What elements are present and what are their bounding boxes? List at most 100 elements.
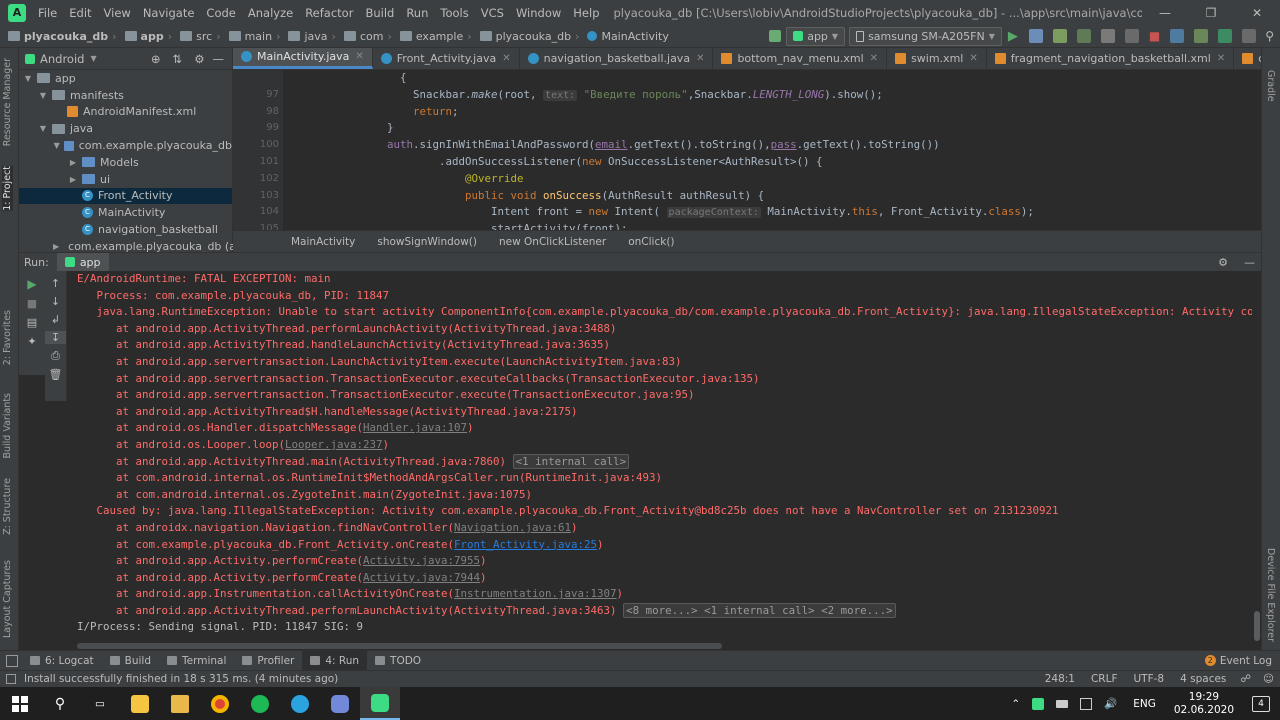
close-tab-icon[interactable]: ✕ <box>502 53 510 64</box>
line-separator[interactable]: CRLF <box>1083 673 1126 685</box>
device-select[interactable]: samsung SM-A205FN ▼ <box>849 26 1002 46</box>
pin-tab-icon[interactable]: ✦ <box>19 335 45 348</box>
restore-button[interactable]: ❐ <box>1188 6 1234 20</box>
taskbar-app-yellow[interactable] <box>160 687 200 720</box>
editor-breadcrumb-item[interactable]: MainActivity <box>291 236 355 248</box>
editor-tab[interactable]: fragment_navigation_basketball.xml ✕ <box>987 48 1235 69</box>
editor-tab[interactable]: Front_Activity.java ✕ <box>373 48 520 69</box>
tool-windows-icon[interactable] <box>6 654 18 667</box>
soft-wrap-icon[interactable]: ↲ <box>45 313 66 326</box>
chevron-up-icon[interactable]: ⌃ <box>1011 698 1020 710</box>
task-view-button[interactable]: ▭ <box>80 687 120 720</box>
close-tab-icon[interactable]: ✕ <box>355 51 363 62</box>
chevron-down-icon[interactable]: ▼ <box>38 124 48 133</box>
structure-tab[interactable]: Z: Structure <box>2 478 13 535</box>
inspector-icon[interactable]: ☺ <box>1263 673 1274 685</box>
scrollbar-thumb[interactable] <box>1254 611 1260 641</box>
console-source-link[interactable]: Front_Activity.java:25 <box>454 538 597 551</box>
stop-icon[interactable]: ■ <box>1149 29 1160 43</box>
menu-item-view[interactable]: View <box>98 6 137 20</box>
code-view[interactable]: { Snackbar.make(root, text: "Введите пор… <box>283 70 1261 230</box>
breadcrumb-item[interactable]: plyacouka_db › <box>478 30 586 43</box>
run-tab-app[interactable]: app <box>56 252 109 272</box>
menu-item-refactor[interactable]: Refactor <box>299 6 359 20</box>
console-source-link[interactable]: Instrumentation.java:1307 <box>454 587 617 600</box>
hammer-icon[interactable] <box>769 30 782 42</box>
console-fold-marker[interactable]: <1 internal call> <box>512 453 630 469</box>
device-file-explorer-tab[interactable]: Device File Explorer <box>1265 548 1276 642</box>
layout-inspector-icon[interactable] <box>1242 29 1257 43</box>
notification-center-button[interactable]: 4 <box>1252 695 1270 712</box>
tray-android-icon[interactable] <box>1032 697 1045 710</box>
cursor-position[interactable]: 248:1 <box>1037 673 1083 685</box>
tool-tab-6-logcat[interactable]: 6: Logcat <box>22 651 102 671</box>
minimize-button[interactable]: — <box>1142 6 1188 20</box>
collapse-all-icon[interactable]: ⇅ <box>173 52 183 66</box>
network-icon[interactable] <box>1080 697 1093 710</box>
tool-tab-4-run[interactable]: 4: Run <box>302 650 368 671</box>
tree-item[interactable]: Cnavigation_basketball <box>19 221 232 238</box>
favorites-tab[interactable]: 2: Favorites <box>2 310 13 365</box>
scrollbar-thumb[interactable] <box>77 643 722 649</box>
search-button[interactable]: ⚲ <box>40 687 80 720</box>
menu-item-build[interactable]: Build <box>359 6 400 20</box>
run-config-select[interactable]: app ▼ <box>786 26 846 46</box>
avd-manager-icon[interactable] <box>1194 29 1209 43</box>
console-source-link[interactable]: Activity.java:7955 <box>363 554 480 567</box>
menu-item-code[interactable]: Code <box>200 6 241 20</box>
menu-item-help[interactable]: Help <box>567 6 605 20</box>
chevron-down-icon[interactable]: ▼ <box>23 74 33 83</box>
language-indicator[interactable]: ENG <box>1133 698 1156 710</box>
breadcrumb-item[interactable]: example › <box>398 30 478 43</box>
hide-panel-icon[interactable]: — <box>213 52 225 66</box>
close-button[interactable]: ✕ <box>1234 6 1280 20</box>
breadcrumb-item[interactable]: main › <box>227 30 287 43</box>
file-encoding[interactable]: UTF-8 <box>1126 673 1173 685</box>
menu-item-tools[interactable]: Tools <box>434 6 474 20</box>
debug-icon[interactable] <box>1076 29 1091 43</box>
trash-icon[interactable]: 🗑 <box>45 368 66 381</box>
close-tab-icon[interactable]: ✕ <box>696 53 704 64</box>
apply-code-changes-icon[interactable] <box>1052 29 1067 43</box>
tree-item[interactable]: ▼ app <box>19 70 232 87</box>
hide-panel-icon[interactable]: — <box>1244 256 1255 269</box>
profile-icon[interactable] <box>1100 29 1115 43</box>
editor-tab[interactable]: navigation_basketball.java ✕ <box>520 48 714 69</box>
project-view-select[interactable]: Android <box>40 52 84 66</box>
tree-item[interactable]: ▶ Models <box>19 154 232 171</box>
battery-icon[interactable] <box>1056 699 1069 708</box>
menu-item-window[interactable]: Window <box>510 6 567 20</box>
console-source-link[interactable]: Looper.java:237 <box>285 438 383 451</box>
arrow-down-icon[interactable]: ↓ <box>45 295 66 308</box>
tool-tab-todo[interactable]: TODO <box>367 651 429 671</box>
menu-item-vcs[interactable]: VCS <box>475 6 510 20</box>
tree-item[interactable]: C Front_Activity <box>19 187 232 205</box>
taskbar-discord[interactable] <box>320 687 360 720</box>
chevron-down-icon[interactable]: ▼ <box>53 141 60 150</box>
close-tab-icon[interactable]: ✕ <box>1217 53 1225 64</box>
taskbar-spotify[interactable] <box>240 687 280 720</box>
windows-start-button[interactable] <box>0 687 40 720</box>
apply-changes-icon[interactable] <box>1028 29 1043 43</box>
rerun-icon[interactable]: ▶ <box>19 277 45 291</box>
console-horizontal-scrollbar[interactable] <box>67 643 1252 650</box>
restore-layout-icon[interactable]: ▤ <box>19 316 45 329</box>
console-fold-marker[interactable]: <8 more...> <1 internal call> <2 more...… <box>623 602 896 618</box>
editor-tab[interactable]: bottom_nav_menu.xml ✕ <box>713 48 888 69</box>
chevron-down-icon[interactable]: ▼ <box>38 91 48 100</box>
breadcrumb-item[interactable]: app › <box>123 30 179 43</box>
resource-manager-tab[interactable]: Resource Manager <box>2 58 13 146</box>
run-console[interactable]: E/AndroidRuntime: FATAL EXCEPTION: main … <box>67 271 1252 643</box>
editor-breadcrumb-item[interactable]: new OnClickListener <box>499 236 606 248</box>
editor-tab[interactable]: swim.xml ✕ <box>887 48 987 69</box>
taskbar-telegram[interactable] <box>280 687 320 720</box>
scroll-to-end-icon[interactable]: ↧ <box>45 331 66 344</box>
clock[interactable]: 19:29 02.06.2020 <box>1174 691 1234 717</box>
close-tab-icon[interactable]: ✕ <box>870 53 878 64</box>
menu-item-edit[interactable]: Edit <box>63 6 97 20</box>
sdk-manager-icon[interactable] <box>1218 29 1233 43</box>
editor-breadcrumb-item[interactable]: showSignWindow() <box>377 236 477 248</box>
lock-icon[interactable]: ☍ <box>1240 673 1251 685</box>
taskbar-chrome[interactable] <box>200 687 240 720</box>
chevron-right-icon[interactable]: ▶ <box>68 175 78 184</box>
